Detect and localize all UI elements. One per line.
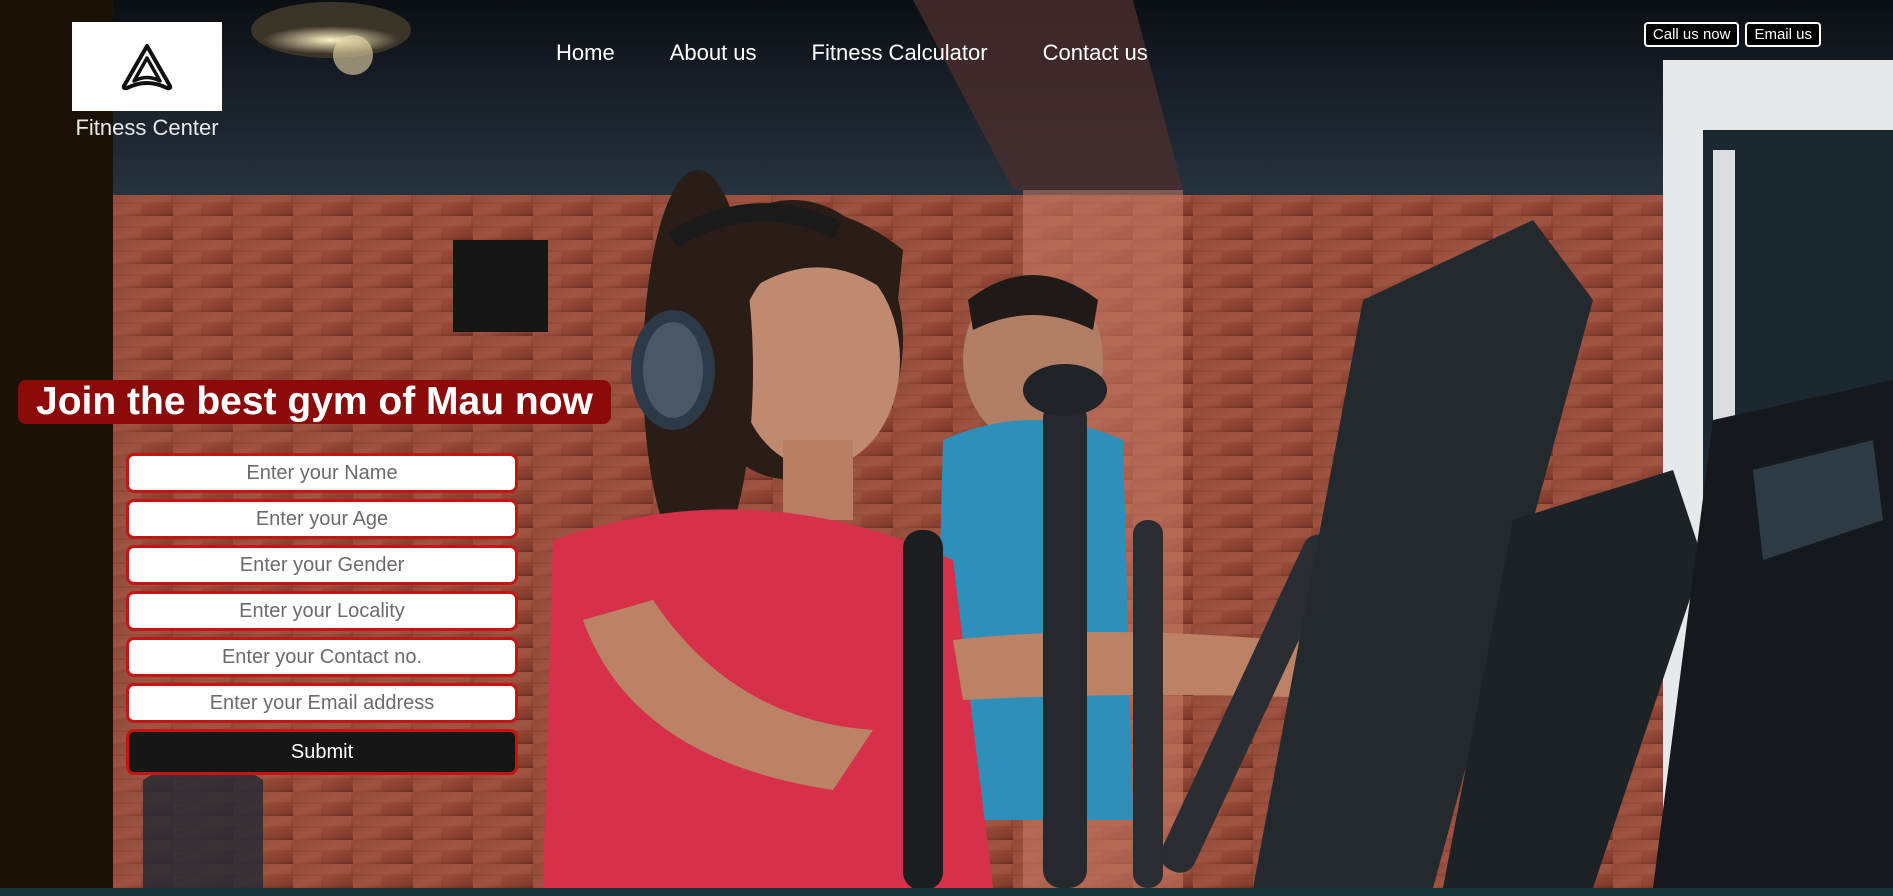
locality-field[interactable] (126, 591, 518, 631)
name-field[interactable] (126, 453, 518, 493)
age-field[interactable] (126, 499, 518, 539)
call-us-button[interactable]: Call us now (1643, 22, 1740, 47)
nav-about-us[interactable]: About us (670, 40, 757, 66)
gender-field[interactable] (126, 545, 518, 585)
nav-fitness-calculator[interactable]: Fitness Calculator (812, 40, 988, 66)
page: Fitness Center Home About us Fitness Cal… (0, 0, 1893, 896)
email-us-button[interactable]: Email us (1745, 22, 1821, 47)
contact-field[interactable] (126, 637, 518, 677)
hero-headline: Join the best gym of Mau now (18, 380, 611, 424)
join-form: Submit (126, 453, 518, 775)
brand-logo[interactable] (72, 22, 222, 111)
nav-home[interactable]: Home (556, 40, 615, 66)
top-actions: Call us now Email us (1643, 22, 1821, 47)
email-field[interactable] (126, 683, 518, 723)
submit-button[interactable]: Submit (126, 729, 518, 775)
main-nav: Home About us Fitness Calculator Contact… (556, 40, 1148, 66)
triangle-loop-logo-icon (121, 43, 173, 90)
bottom-bar (0, 888, 1893, 896)
nav-contact-us[interactable]: Contact us (1043, 40, 1148, 66)
brand-name: Fitness Center (75, 115, 219, 140)
